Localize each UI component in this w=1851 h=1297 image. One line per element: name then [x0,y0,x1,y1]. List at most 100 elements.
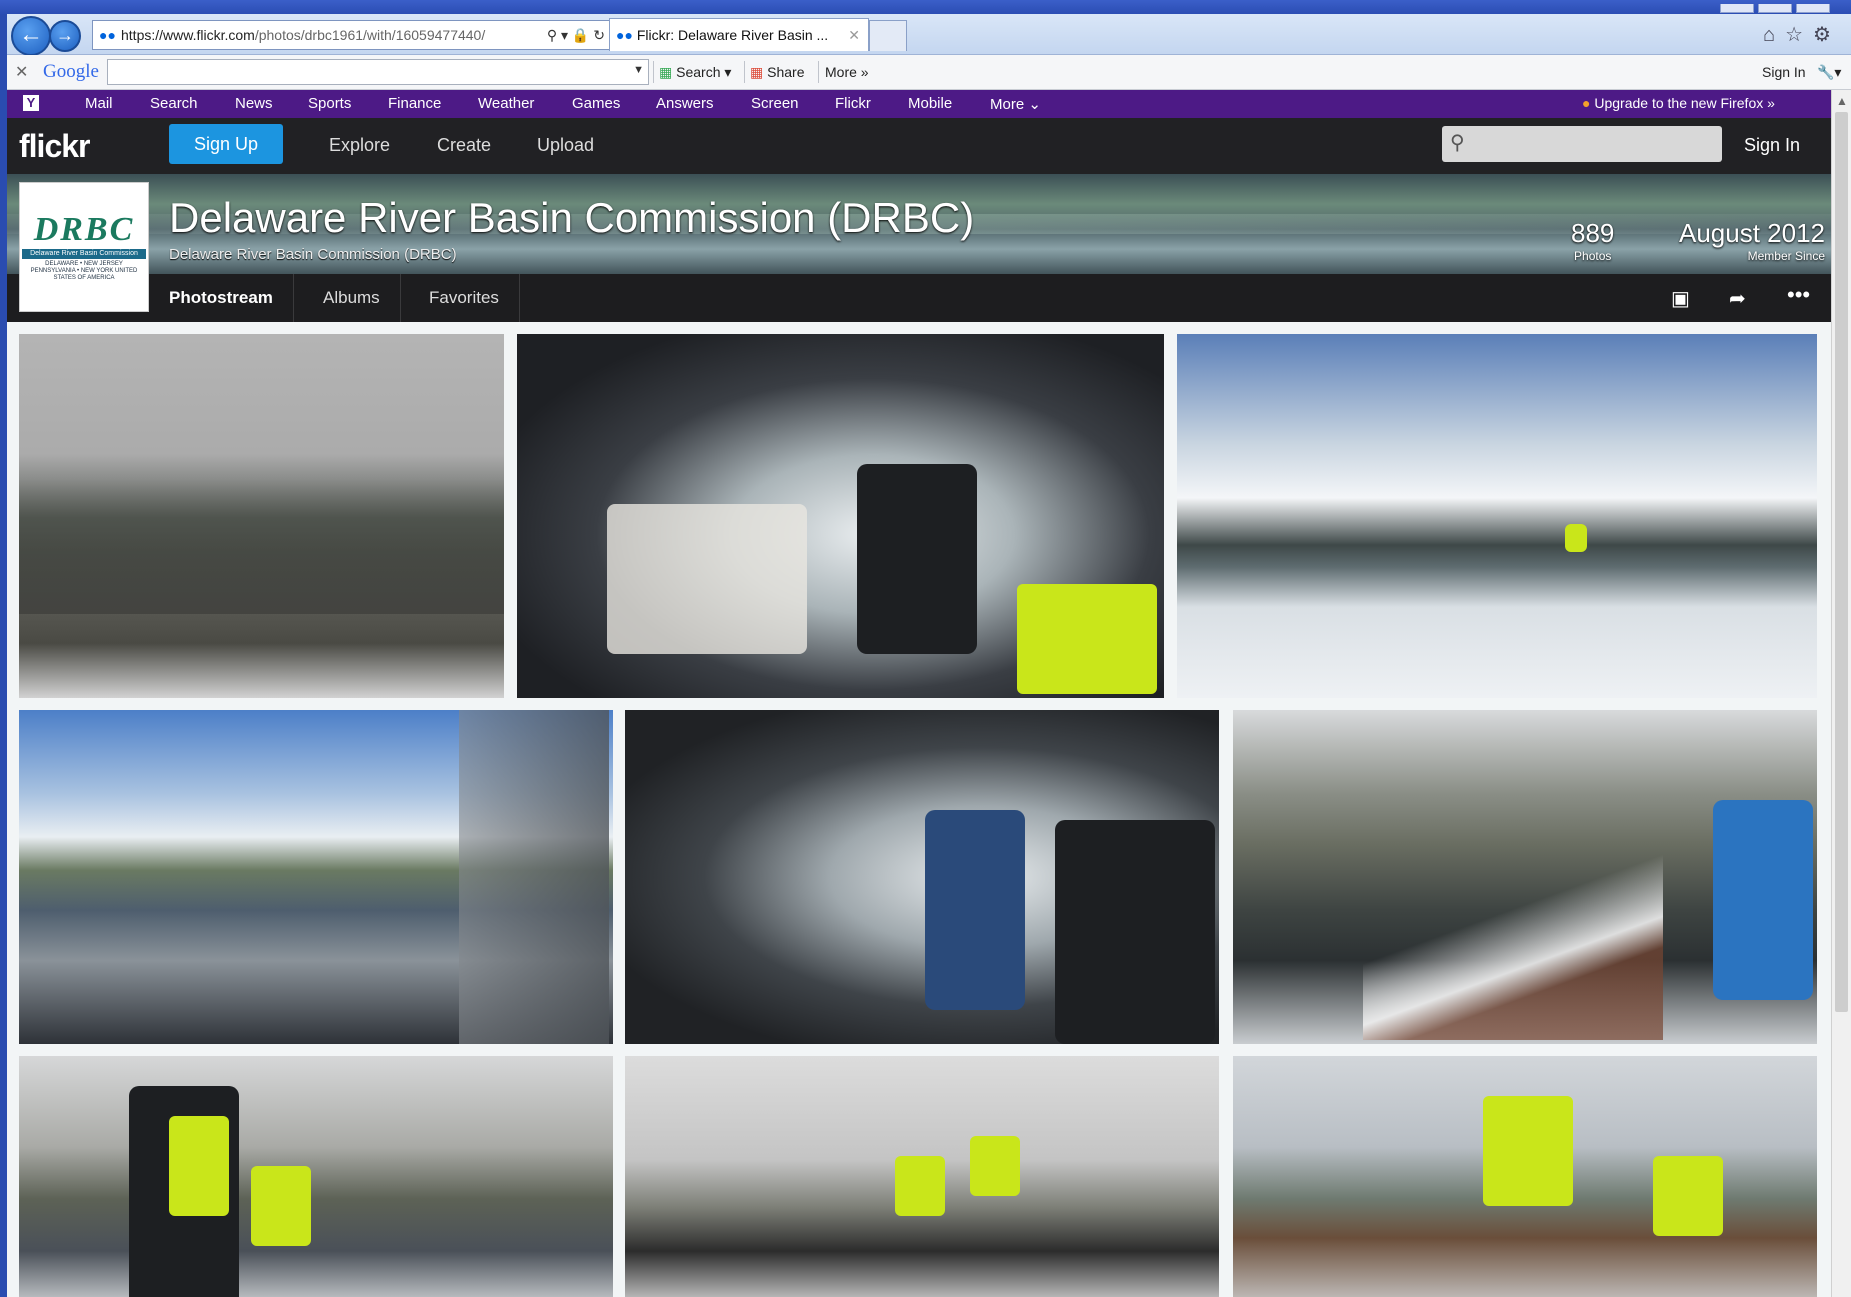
google-search-button[interactable]: ▦ Search ▾ [659,64,731,81]
google-sign-in[interactable]: Sign In [1762,64,1806,80]
browser-tab[interactable]: ●● Flickr: Delaware River Basin ... ✕ [609,18,869,51]
scrollbar-thumb[interactable] [1835,112,1848,1012]
window-controls[interactable] [1720,0,1840,13]
dropdown-arrow-icon[interactable]: ▼ [633,64,644,76]
yahoo-link-screen[interactable]: Screen [751,95,799,112]
photos-count: 889 Photos [1571,218,1615,263]
back-arrow-icon[interactable]: ← [11,16,51,56]
profile-subname: Delaware River Basin Commission (DRBC) [169,246,457,263]
url-domain: www.flickr.com [163,27,255,43]
google-search-icon: ▦ [659,64,673,80]
yahoo-toolbar: Y Mail Search News Sports Finance Weathe… [7,90,1831,118]
separator [653,61,654,83]
photo-gallery [7,322,1831,1297]
browser-nav-bar: ← → ●● https://www.flickr.com/photos/drbc… [7,14,1851,56]
worker-1-vest [169,1116,229,1216]
yahoo-link-search[interactable]: Search [150,95,198,112]
address-bar-icons[interactable]: ⚲ ▾ 🔒 ↻ [547,21,605,49]
yahoo-link-sports[interactable]: Sports [308,95,351,112]
url-scheme: https:// [121,27,164,43]
person-blue-jacket [925,810,1025,1010]
separator [744,61,745,83]
close-toolbar-icon[interactable]: ✕ [15,62,28,82]
google-share-button[interactable]: ▦ Share [750,64,804,81]
sample-jugs [607,504,807,654]
flickr-logo[interactable]: flickr [19,128,90,165]
more-icon[interactable]: ••• [1787,282,1810,308]
google-more-button[interactable]: More » [825,64,869,80]
address-bar[interactable]: ●● https://www.flickr.com/photos/drbc1961… [92,20,614,50]
yahoo-link-mail[interactable]: Mail [85,95,113,112]
browser-toolbar-icons[interactable]: ⌂☆⚙ [1763,22,1841,47]
bridge-walkway [1363,840,1663,1040]
wrench-icon[interactable]: 🔧▾ [1817,64,1841,81]
avatar[interactable]: DRBC Delaware River Basin Commission DEL… [19,182,149,312]
flickr-search-input[interactable]: ⚲ [1442,126,1722,162]
window-title-strip [0,0,1851,14]
yahoo-link-games[interactable]: Games [572,95,620,112]
person-blue [1713,800,1813,1000]
worker-b-vest [970,1136,1020,1196]
profile-subnav: Photostream Albums Favorites ▣ ➦ ••• [7,274,1831,322]
separator [818,61,819,83]
yahoo-link-more[interactable]: More ⌄ [990,95,1041,113]
photo-truck-samples-2[interactable] [625,710,1219,1044]
worker-a-vest [895,1156,945,1216]
photo-bridge-snowy-hills[interactable] [1233,710,1817,1044]
yahoo-logo-icon[interactable]: Y [23,95,39,111]
tab-favorites[interactable]: Favorites [409,274,520,322]
photo-foggy-trees[interactable] [19,334,504,698]
tab-photostream[interactable]: Photostream [149,274,294,322]
tab-favicon-icon: ●● [616,27,633,43]
forward-arrow-icon[interactable]: → [49,20,81,52]
firefox-upgrade-link[interactable]: ● Upgrade to the new Firefox » [1582,95,1775,111]
new-tab-button[interactable] [869,20,907,51]
nav-explore[interactable]: Explore [329,135,390,156]
cover-photo: DRBC Delaware River Basin Commission DEL… [7,174,1831,312]
yahoo-link-answers[interactable]: Answers [656,95,714,112]
search-icon: ⚲ [1450,132,1465,154]
flickr-header: flickr Sign Up Explore Create Upload ⚲ S… [7,118,1831,174]
person-left [857,464,977,654]
worker-vest-right [1653,1156,1723,1236]
profile-name: Delaware River Basin Commission (DRBC) [169,194,975,241]
flickr-sign-in[interactable]: Sign In [1744,135,1800,156]
scroll-up-icon[interactable]: ▲ [1836,94,1848,108]
yahoo-link-news[interactable]: News [235,95,273,112]
slideshow-icon[interactable]: ▣ [1671,286,1690,311]
nav-upload[interactable]: Upload [537,135,594,156]
tree-line [19,454,504,614]
google-logo: Google [43,61,99,82]
person-dark-jacket [1055,820,1215,1044]
person-vest [1017,584,1157,694]
yahoo-link-mobile[interactable]: Mobile [908,95,952,112]
yahoo-link-weather[interactable]: Weather [478,95,534,112]
flickr-favicon-icon: ●● [99,27,116,43]
photo-frozen-river[interactable] [1177,334,1817,698]
google-toolbar: ✕ Google ▼ ▦ Search ▾ ▦ Share More » Sig… [7,55,1851,90]
tab-close-icon[interactable]: ✕ [848,19,860,51]
photo-drbc-vest-worker[interactable] [1233,1056,1817,1297]
photo-workers-railing[interactable] [625,1056,1219,1297]
nav-create[interactable]: Create [437,135,491,156]
share-g-icon: ▦ [750,64,764,80]
person-walking [1565,524,1587,552]
drbc-vest [1483,1096,1573,1206]
avatar-small-text: DELAWARE • NEW JERSEY PENNSYLVANIA • NEW… [30,261,138,281]
photo-two-workers-bridge[interactable] [19,1056,613,1297]
tab-title: Flickr: Delaware River Basin ... [636,27,829,43]
google-search-input[interactable]: ▼ [107,59,649,85]
photo-bridge-railing[interactable] [19,710,613,1044]
yahoo-link-flickr[interactable]: Flickr [835,95,871,112]
photo-truck-samples[interactable] [517,334,1164,698]
avatar-band: Delaware River Basin Commission [22,249,146,259]
sign-up-button[interactable]: Sign Up [169,124,283,164]
tab-albums[interactable]: Albums [303,274,401,322]
page-scrollbar[interactable]: ▲ [1831,90,1851,1297]
bridge-truss [459,710,609,1044]
url-path: /photos/drbc1961/with/16059477440/ [254,27,486,43]
share-icon[interactable]: ➦ [1729,286,1746,311]
yahoo-link-finance[interactable]: Finance [388,95,441,112]
firefox-icon: ● [1582,95,1591,111]
avatar-logo: DRBC [33,211,135,248]
